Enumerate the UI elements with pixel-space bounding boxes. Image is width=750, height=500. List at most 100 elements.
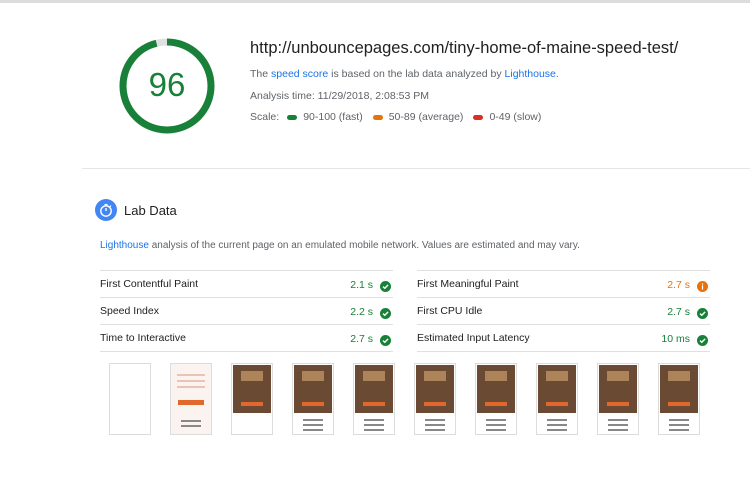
stopwatch-icon: [95, 199, 117, 221]
metric-row: Time to Interactive 2.7 s: [100, 324, 393, 351]
scale-average-label: 50-89 (average): [388, 111, 464, 123]
desc-prefix: The: [250, 68, 272, 80]
score-description: The speed score is based on the lab data…: [250, 68, 559, 80]
slow-pill-icon: [473, 114, 484, 120]
filmstrip-frame: [109, 363, 151, 435]
frame-text-line: [486, 429, 506, 431]
metric-row: Estimated Input Latency 10 ms: [417, 324, 710, 351]
pass-check-icon: [697, 306, 708, 319]
filmstrip-frame: [231, 363, 273, 435]
metrics-right-column: First Meaningful Paint 2.7 s First CPU I…: [417, 270, 710, 352]
metric-value: 2.2 s: [350, 306, 373, 318]
lighthouse-link[interactable]: Lighthouse: [100, 240, 149, 251]
frame-hero-image: [599, 365, 637, 413]
frame-hero-image: [538, 365, 576, 413]
frame-text-line: [181, 425, 201, 427]
metric-value: 2.7 s: [350, 333, 373, 345]
metric-value: 2.7 s: [667, 306, 690, 318]
frame-hero-glow: [424, 371, 446, 381]
frame-text-line: [486, 424, 506, 426]
desc-middle: is based on the lab data analyzed by: [328, 68, 505, 80]
frame-cta: [607, 402, 629, 406]
metric-value: 2.7 s: [667, 279, 690, 291]
scale-slow-label: 0-49 (slow): [489, 111, 542, 123]
metrics-left-column: First Contentful Paint 2.1 s Speed Index…: [100, 270, 393, 352]
metric-name: Speed Index: [100, 305, 159, 317]
section-divider: [82, 168, 750, 169]
top-border: [0, 0, 750, 3]
frame-text-line: [608, 424, 628, 426]
frame-text-line: [177, 386, 205, 388]
frame-text-line: [425, 429, 445, 431]
pass-check-icon: [380, 306, 391, 319]
filmstrip-frame: [597, 363, 639, 435]
fast-pill-icon: [287, 114, 298, 120]
filmstrip-frame: [658, 363, 700, 435]
frame-text-line: [177, 380, 205, 382]
frame-hero-glow: [241, 371, 263, 381]
frame-text-line: [181, 420, 201, 422]
frame-text-line: [608, 429, 628, 431]
metric-row: First Contentful Paint 2.1 s: [100, 270, 393, 297]
metrics-bottom-border: [417, 351, 710, 352]
frame-cta: [178, 400, 204, 405]
frame-cta: [302, 402, 324, 406]
score-scale: Scale: 90-100 (fast) 50-89 (average) 0-4…: [250, 111, 543, 123]
frame-hero-image: [416, 365, 454, 413]
metric-name: First CPU Idle: [417, 305, 483, 317]
speed-score-link[interactable]: speed score: [271, 68, 328, 80]
filmstrip-frame: [475, 363, 517, 435]
frame-text-line: [669, 429, 689, 431]
metric-row: First CPU Idle 2.7 s: [417, 297, 710, 324]
info-warning-icon: [697, 279, 708, 292]
frame-hero-glow: [607, 371, 629, 381]
pass-check-icon: [380, 333, 391, 346]
frame-hero-image: [660, 365, 698, 413]
frame-text-line: [364, 429, 384, 431]
metric-value: 2.1 s: [350, 279, 373, 291]
frame-text-line: [547, 419, 567, 421]
scale-label: Scale:: [250, 111, 280, 123]
frame-text-line: [364, 424, 384, 426]
analysis-time: Analysis time: 11/29/2018, 2:08:53 PM: [250, 90, 429, 102]
frame-cta: [668, 402, 690, 406]
score-gauge: 96: [117, 36, 217, 136]
frame-text-line: [547, 424, 567, 426]
frame-text-line: [669, 419, 689, 421]
frame-cta: [363, 402, 385, 406]
frame-cta: [546, 402, 568, 406]
frame-text-line: [177, 374, 205, 376]
frame-text-line: [364, 419, 384, 421]
filmstrip-frame: [536, 363, 578, 435]
frame-hero-glow: [485, 371, 507, 381]
frame-hero-glow: [668, 371, 690, 381]
frame-text-line: [303, 429, 323, 431]
metric-name: Time to Interactive: [100, 332, 186, 344]
frame-text-line: [608, 419, 628, 421]
lighthouse-link[interactable]: Lighthouse: [505, 68, 556, 80]
pass-check-icon: [697, 333, 708, 346]
frame-text-line: [425, 419, 445, 421]
frame-cta: [424, 402, 446, 406]
filmstrip-frame: [353, 363, 395, 435]
scale-fast-label: 90-100 (fast): [303, 111, 363, 123]
frame-text-line: [425, 424, 445, 426]
metric-name: Estimated Input Latency: [417, 332, 530, 344]
average-pill-icon: [372, 114, 383, 120]
pass-check-icon: [380, 279, 391, 292]
filmstrip-frame: [414, 363, 456, 435]
page-url: http://unbouncepages.com/tiny-home-of-ma…: [250, 39, 679, 57]
metric-value: 10 ms: [661, 333, 690, 345]
frame-hero-glow: [363, 371, 385, 381]
frame-cta: [241, 402, 263, 406]
frame-hero-image: [355, 365, 393, 413]
frame-hero-glow: [302, 371, 324, 381]
desc-suffix: .: [555, 68, 559, 80]
frame-text-line: [303, 419, 323, 421]
frame-hero-image: [233, 365, 271, 413]
score-value: 96: [148, 66, 186, 103]
frame-hero-image: [294, 365, 332, 413]
filmstrip: [109, 363, 709, 435]
lab-data-title: Lab Data: [124, 203, 177, 218]
lab-desc-rest: analysis of the current page on an emula…: [148, 240, 580, 251]
